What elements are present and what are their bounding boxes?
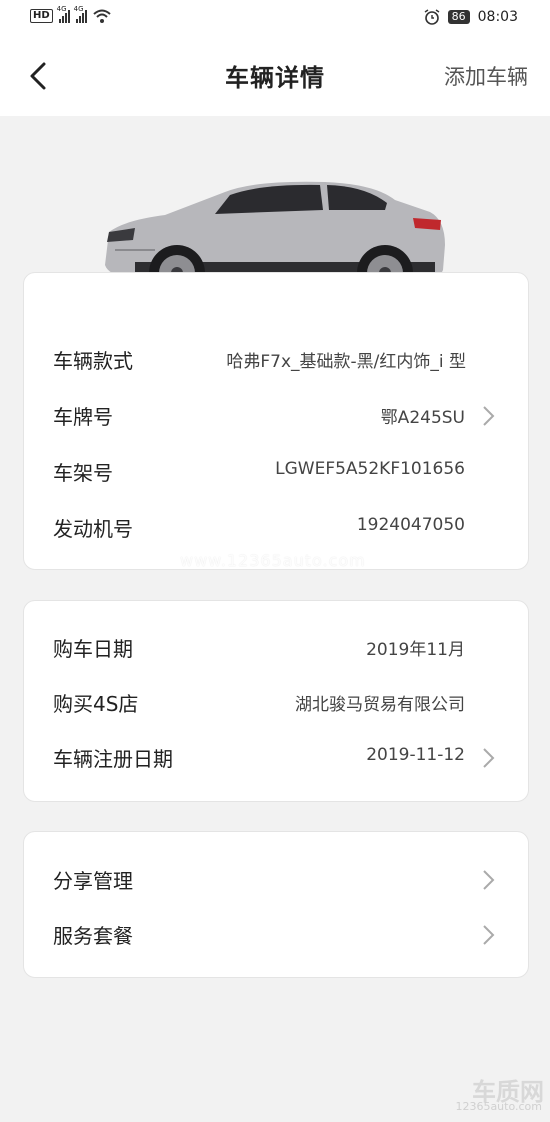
row-label: 分享管理 [53, 869, 133, 893]
vehicle-model-value: 哈弗F7x_基础款-黑/红内饰_i 型 [226, 352, 466, 372]
vehicle-info-card: 车辆款式 哈弗F7x_基础款-黑/红内饰_i 型 车牌号 鄂A245SU 车架号… [23, 272, 529, 570]
plate-number-value: 鄂A245SU [380, 408, 465, 428]
battery-icon: 86 [447, 10, 470, 24]
status-left: HD 4G 4G [30, 5, 111, 23]
row-label: 车牌号 [53, 405, 113, 429]
engine-number-value: 1924047050 [356, 515, 465, 535]
chevron-right-icon [483, 925, 495, 945]
engine-number-row: 发动机号 1924047050 [24, 499, 528, 555]
chevron-right-icon [483, 406, 495, 426]
vin-value: LGWEF5A52KF101656 [275, 459, 465, 479]
registration-date-row[interactable]: 车辆注册日期 2019-11-12 [24, 729, 528, 785]
hd-badge: HD [30, 9, 53, 23]
purchase-info-card: 购车日期 2019年11月 购买4S店 湖北骏马贸易有限公司 车辆注册日期 20… [23, 600, 529, 802]
row-label: 购买4S店 [53, 692, 139, 716]
signal-icon: 4G [57, 5, 70, 23]
corner-watermark-url: 12365auto.com [455, 1100, 542, 1113]
nav-bar: 车辆详情 添加车辆 [0, 36, 550, 116]
clock: 08:03 [477, 9, 518, 25]
row-label: 车辆款式 [53, 349, 133, 373]
service-package-row[interactable]: 服务套餐 [24, 906, 528, 962]
share-management-row[interactable]: 分享管理 [24, 851, 528, 907]
row-label: 车辆注册日期 [53, 747, 173, 771]
purchase-date-value: 2019年11月 [366, 640, 465, 660]
alarm-icon [424, 9, 440, 25]
plate-number-row[interactable]: 车牌号 鄂A245SU [24, 387, 528, 443]
corner-watermark: 车质网 12365auto.com [454, 1072, 544, 1116]
registration-date-value: 2019-11-12 [366, 745, 465, 765]
center-watermark: www.12365auto.com [180, 551, 366, 570]
chevron-right-icon [483, 870, 495, 890]
vehicle-model-row: 车辆款式 哈弗F7x_基础款-黑/红内饰_i 型 [24, 331, 528, 387]
row-label: 发动机号 [53, 517, 133, 541]
dealer-row: 购买4S店 湖北骏马贸易有限公司 [24, 674, 528, 730]
purchase-date-row: 购车日期 2019年11月 [24, 619, 528, 675]
status-bar: HD 4G 4G 86 08:03 [0, 0, 550, 36]
row-label: 车架号 [53, 461, 113, 485]
dealer-value: 湖北骏马贸易有限公司 [295, 695, 465, 715]
signal-icon-2: 4G [74, 5, 87, 23]
service-card: 分享管理 服务套餐 [23, 831, 529, 978]
add-vehicle-button[interactable]: 添加车辆 [444, 61, 528, 91]
chevron-right-icon [483, 748, 495, 768]
wifi-icon [93, 9, 111, 23]
row-label: 购车日期 [53, 637, 133, 661]
row-label: 服务套餐 [53, 924, 133, 948]
vin-row: 车架号 LGWEF5A52KF101656 [24, 443, 528, 499]
status-right: 86 08:03 [424, 9, 518, 25]
